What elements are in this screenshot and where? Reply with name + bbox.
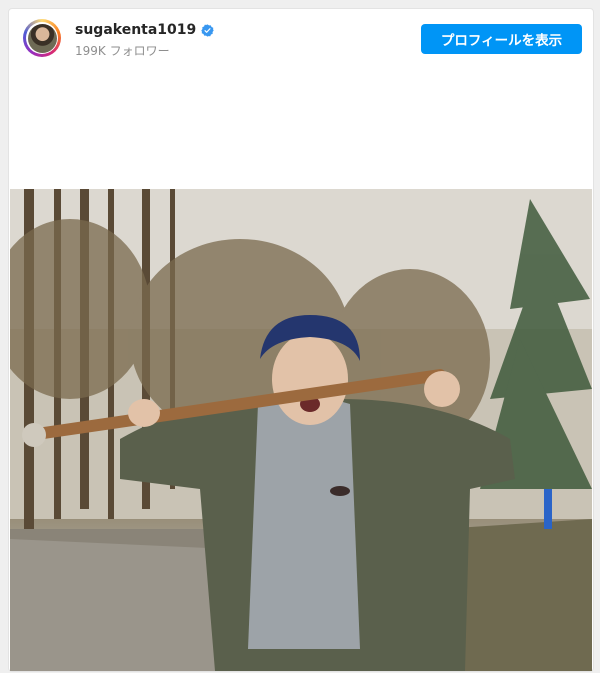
verified-badge-icon bbox=[201, 23, 214, 37]
avatar-photo bbox=[27, 23, 57, 53]
post-header: sugakenta1019 199K フォロワー プロフィールを表示 bbox=[9, 9, 593, 69]
post-photo[interactable] bbox=[10, 189, 592, 671]
avatar[interactable] bbox=[23, 19, 61, 57]
follower-count: 199K フォロワー bbox=[75, 44, 170, 58]
username[interactable]: sugakenta1019 bbox=[75, 22, 196, 38]
view-profile-button[interactable]: プロフィールを表示 bbox=[421, 24, 582, 54]
photo-illustration bbox=[10, 189, 592, 671]
instagram-embed-card: sugakenta1019 199K フォロワー プロフィールを表示 bbox=[8, 8, 594, 672]
username-row[interactable]: sugakenta1019 bbox=[75, 22, 214, 38]
avatar-ring-inner bbox=[26, 22, 58, 54]
